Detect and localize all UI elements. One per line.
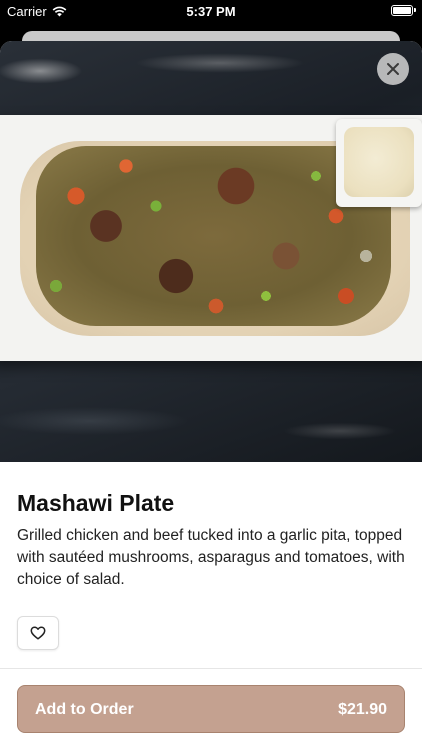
item-description: Grilled chicken and beef tucked into a g… bbox=[17, 527, 405, 588]
favorite-button[interactable] bbox=[17, 616, 59, 650]
battery-icon bbox=[391, 5, 416, 16]
status-bar: Carrier 5:37 PM bbox=[0, 0, 422, 22]
add-to-order-label: Add to Order bbox=[35, 701, 134, 718]
item-price: $21.90 bbox=[338, 701, 387, 718]
garlic-dip-bowl bbox=[336, 119, 422, 207]
food-photo bbox=[0, 41, 422, 462]
add-to-order-button[interactable]: Add to Order $21.90 bbox=[17, 685, 405, 733]
heart-icon bbox=[30, 626, 46, 640]
item-title: Mashawi Plate bbox=[17, 490, 175, 516]
status-time: 5:37 PM bbox=[186, 4, 236, 19]
item-detail-sheet: Mashawi Plate Grilled chicken and beef t… bbox=[0, 41, 422, 750]
close-icon bbox=[387, 63, 399, 75]
close-button[interactable] bbox=[377, 53, 409, 85]
divider bbox=[0, 668, 422, 669]
